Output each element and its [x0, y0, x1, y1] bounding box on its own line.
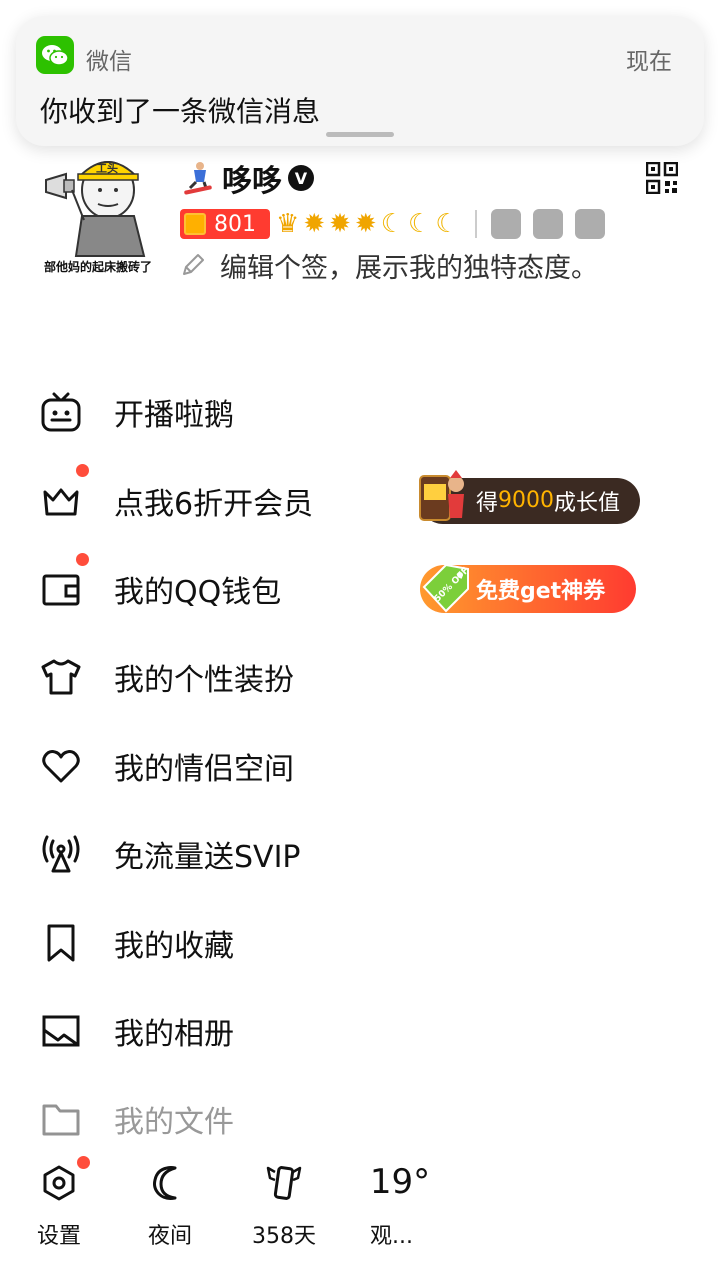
- days-label: 358天: [252, 1224, 316, 1249]
- sun-level-icon: ✹: [329, 209, 351, 239]
- notification-dot: [74, 550, 91, 568]
- vip-growth-promo[interactable]: 得 9000 成长值: [419, 469, 640, 524]
- menu-item-couple-space[interactable]: 我的情侣空间: [0, 722, 720, 810]
- crown-level-icon: ♛: [276, 209, 300, 239]
- verified-badge: V: [288, 165, 314, 191]
- privilege-icons: [490, 209, 617, 239]
- promo-text: 免费get神券: [476, 578, 606, 604]
- promo-text-highlight: 9000: [498, 488, 555, 514]
- menu-item-free-data[interactable]: 免流量送SVIP: [0, 810, 720, 898]
- menu-label: 我的个性装扮: [114, 663, 294, 699]
- gray-privilege-icon: [490, 209, 521, 239]
- snowboarder-icon: [184, 162, 212, 195]
- promo-text-prefix: 得: [476, 490, 499, 516]
- menu-item-favorites[interactable]: 我的收藏: [0, 898, 720, 986]
- menu-label: 我的QQ钱包: [114, 574, 282, 610]
- settings-button[interactable]: 设置: [9, 1150, 109, 1260]
- coupon-promo[interactable]: 50% OFF 免费get神券: [420, 563, 636, 613]
- menu-label: 我的收藏: [114, 928, 234, 964]
- menu-item-album[interactable]: 我的相册: [0, 987, 720, 1075]
- weather-button[interactable]: 19° 观...: [350, 1150, 450, 1260]
- menu-item-wallet[interactable]: 我的QQ钱包 50% OFF 免费get神券: [0, 545, 720, 633]
- temperature: 19°: [369, 1162, 431, 1202]
- moon-level-icon: ☾: [435, 209, 459, 239]
- gray-privilege-icon: [574, 209, 605, 239]
- nickname: 哆哆: [222, 164, 282, 199]
- moon-level-icon: ☾: [408, 209, 432, 239]
- tshirt-icon: [41, 659, 81, 695]
- menu-item-themes[interactable]: 我的个性装扮: [0, 633, 720, 721]
- notification-dot: [74, 462, 91, 480]
- signature-row[interactable]: 编辑个签，展示我的独特态度。: [180, 248, 598, 284]
- notification-handle[interactable]: [326, 132, 394, 137]
- wallet-icon: [42, 574, 80, 606]
- notification-dot: [75, 1154, 92, 1171]
- folder-icon: [42, 1104, 80, 1136]
- heart-icon: [42, 749, 80, 783]
- tv-icon: [41, 392, 81, 432]
- weather-label: 观...: [370, 1224, 413, 1249]
- signature-text: 编辑个签，展示我的独特态度。: [220, 252, 598, 284]
- menu-label: 我的情侣空间: [114, 751, 294, 787]
- moon-level-icon: ☾: [380, 209, 405, 239]
- antenna-icon: [42, 835, 80, 873]
- menu-label: 免流量送SVIP: [114, 840, 301, 876]
- wechat-icon: [36, 36, 74, 74]
- sun-level-icon: ✹: [303, 209, 326, 239]
- level-icons: ♛ ✹ ✹ ✹ ☾ ☾ ☾: [276, 211, 463, 237]
- promo-text-suffix: 成长值: [554, 490, 621, 516]
- avatar-caption: 部他妈的起床搬砖了: [44, 260, 153, 274]
- level-number: 801: [214, 211, 256, 237]
- sun-level-icon: ✹: [354, 209, 377, 239]
- crown-icon: [43, 488, 79, 516]
- album-icon: [42, 1015, 80, 1047]
- night-label: 夜间: [147, 1224, 192, 1249]
- menu-label: 我的相册: [114, 1016, 234, 1052]
- phone-wings-icon: [266, 1166, 302, 1200]
- gray-privilege-icon: [532, 209, 563, 239]
- promo-character-icon: [419, 469, 464, 521]
- moon-icon: [153, 1166, 177, 1200]
- bottom-toolbar: 设置 夜间 358天 19° 观...: [0, 1150, 720, 1260]
- level-flame-icon: [184, 213, 206, 235]
- menu-label: 开播啦鹅: [114, 398, 234, 434]
- level-divider: [474, 210, 477, 238]
- pencil-icon: [183, 254, 204, 275]
- settings-label: 设置: [36, 1224, 81, 1249]
- qr-code-icon[interactable]: [646, 162, 678, 194]
- bookmark-icon: [47, 924, 75, 962]
- menu-item-live[interactable]: 开播啦鹅: [0, 368, 720, 456]
- notification-app-name: 微信: [86, 49, 132, 75]
- wechat-notification[interactable]: 微信 现在 你收到了一条微信消息: [16, 16, 704, 146]
- notification-time: 现在: [626, 49, 672, 75]
- level-badge: 801: [180, 209, 270, 239]
- settings-hexagon-icon: [43, 1165, 75, 1201]
- notification-message: 你收到了一条微信消息: [40, 95, 321, 128]
- menu-item-vip[interactable]: 点我6折开会员 得 9000 成长值: [0, 456, 720, 544]
- drawer-menu: 开播啦鹅 点我6折开会员 得 9000 成长值 我的QQ钱包 50% OFF 免…: [0, 368, 720, 1164]
- menu-label: 点我6折开会员: [114, 486, 314, 522]
- nickname-row[interactable]: 哆哆 V: [180, 158, 314, 199]
- menu-label: 我的文件: [114, 1105, 234, 1141]
- night-mode-button[interactable]: 夜间: [120, 1150, 220, 1260]
- days-button[interactable]: 358天: [234, 1150, 334, 1260]
- avatar-hat-text: 工头: [96, 162, 118, 175]
- level-row[interactable]: 801 ♛ ✹ ✹ ✹ ☾ ☾ ☾: [180, 206, 617, 242]
